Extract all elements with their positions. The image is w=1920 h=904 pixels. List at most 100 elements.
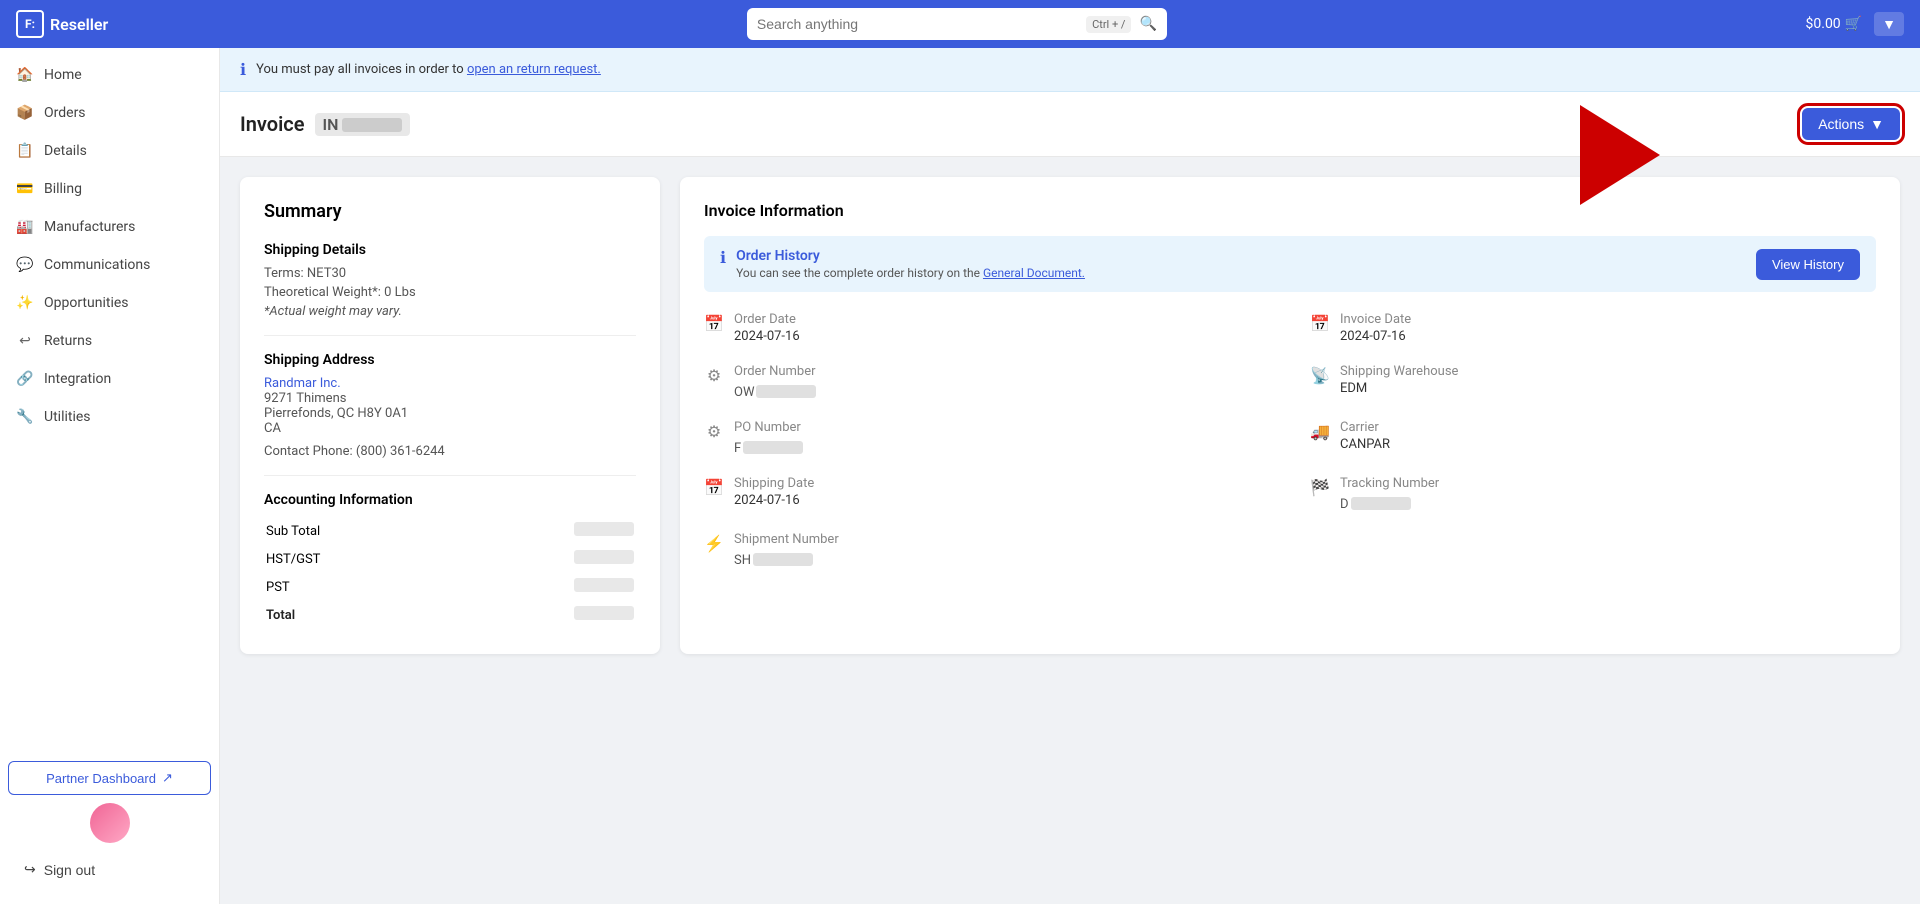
- order-history-desc: You can see the complete order history o…: [736, 266, 1085, 280]
- carrier-icon: 🚚: [1310, 422, 1330, 441]
- sidebar-label-returns: Returns: [44, 333, 92, 349]
- home-icon: 🏠: [16, 66, 34, 84]
- contact-phone: Contact Phone: (800) 361-6244: [264, 444, 636, 459]
- top-navigation: F: Reseller Ctrl + / 🔍 $0.00 🛒 ▼: [0, 0, 1920, 48]
- avatar: [90, 803, 130, 843]
- info-field-invoice-date: 📅 Invoice Date2024-07-16: [1310, 312, 1876, 344]
- search-icon[interactable]: 🔍: [1139, 16, 1156, 32]
- billing-icon: 💳: [16, 180, 34, 198]
- tracking-number-label: Tracking Number: [1340, 476, 1439, 491]
- notice-link[interactable]: open an return request.: [467, 62, 601, 77]
- sidebar-nav: 🏠 Home 📦Orders📋Details 💳 Billing 🏭 Manufacture…: [0, 56, 219, 436]
- notice-text: You must pay all invoices in order to op…: [256, 62, 601, 77]
- partner-dashboard-button[interactable]: Partner Dashboard ↗: [8, 761, 211, 795]
- carrier-value: CANPAR: [1340, 437, 1390, 452]
- sidebar: 🏠 Home 📦Orders📋Details 💳 Billing 🏭 Manufacture…: [0, 48, 220, 904]
- cart-area[interactable]: $0.00 🛒: [1806, 16, 1863, 32]
- content-body: Summary Shipping Details Terms: NET30 Th…: [220, 157, 1920, 674]
- pst-label: PST: [266, 574, 440, 600]
- actions-button[interactable]: Actions ▼: [1802, 108, 1900, 140]
- sidebar-label-billing: Billing: [44, 181, 82, 197]
- divider-2: [264, 475, 636, 476]
- info-field-order-date: 📅Order Date2024-07-16: [704, 312, 1270, 344]
- sidebar-item-utilities[interactable]: 🔧 Utilities: [0, 398, 219, 436]
- cart-icon: 🛒: [1845, 16, 1862, 32]
- invoice-info-grid: 📅 Order Date 2024-07-16 📅 Invoice Date2024-0…: [704, 312, 1876, 568]
- order-number-text: Order NumberOW: [734, 364, 816, 400]
- po-number-label: PO Number: [734, 420, 803, 435]
- invoice-date-text: Invoice Date2024-07-16: [1340, 312, 1411, 344]
- account-dropdown-button[interactable]: ▼: [1874, 12, 1904, 36]
- order-history-icon: ℹ: [720, 248, 726, 267]
- logo: F: Reseller: [16, 10, 108, 38]
- shipping-date-value: 2024-07-16: [734, 493, 814, 508]
- actions-label: Actions: [1818, 116, 1864, 132]
- invoice-date-value: 2024-07-16: [1340, 329, 1411, 344]
- search-bar[interactable]: Ctrl + / 🔍: [747, 8, 1167, 40]
- po-number-value: F: [734, 437, 803, 456]
- search-shortcut: Ctrl + /: [1086, 16, 1131, 33]
- order-history-banner: ℹ Order History You can see the complete…: [704, 236, 1876, 292]
- sidebar-item-home[interactable]: 🏠 Home: [0, 56, 219, 94]
- info-field-carrier: 🚚CarrierCANPAR: [1310, 420, 1876, 456]
- tracking-number-icon: 🏁: [1310, 478, 1330, 497]
- manufacturers-icon: 🏭: [16, 218, 34, 236]
- weight-line: Theoretical Weight*: 0 Lbs: [264, 285, 636, 300]
- sidebar-item-returns[interactable]: ↩Returns: [0, 322, 219, 360]
- sidebar-item-integration[interactable]: 🔗Integration: [0, 360, 219, 398]
- sidebar-item-details[interactable]: 📋Details: [0, 132, 219, 170]
- order-history-title: Order History: [736, 248, 1085, 264]
- order-date-label: Order Date: [734, 312, 800, 327]
- po-number-text: PO Number F: [734, 420, 803, 456]
- logo-area: F: Reseller: [16, 10, 108, 38]
- partner-dashboard-label: Partner Dashboard: [46, 771, 156, 786]
- invoice-label: Invoice: [240, 112, 305, 136]
- info-field-order-number: ⚙Order NumberOW: [704, 364, 1270, 400]
- shipment-number-text: Shipment NumberSH: [734, 532, 839, 568]
- app-name: Reseller: [50, 15, 108, 34]
- sidebar-label-home: Home: [44, 67, 82, 83]
- orders-icon: 📦: [16, 104, 34, 122]
- invoice-info-card: Invoice Information ℹ Order History You …: [680, 177, 1900, 654]
- sidebar-item-orders[interactable]: 📦Orders: [0, 94, 219, 132]
- address2: Pierrefonds, QC H8Y 0A1: [264, 406, 636, 421]
- hst-row: HST/GST: [266, 546, 634, 572]
- invoice-date-icon: 📅: [1310, 314, 1330, 333]
- general-document-link[interactable]: General Document.: [983, 266, 1085, 280]
- accounting-title: Accounting Information: [264, 492, 636, 508]
- order-date-icon: 📅: [704, 314, 724, 333]
- sidebar-item-communications[interactable]: 💬Communications: [0, 246, 219, 284]
- chevron-down-icon: ▼: [1870, 116, 1884, 132]
- order-history-text: Order History You can see the complete o…: [736, 248, 1085, 280]
- notice-bar: ℹ You must pay all invoices in order to …: [220, 48, 1920, 92]
- shipping-warehouse-text: Shipping WarehouseEDM: [1340, 364, 1458, 396]
- sidebar-label-communications: Communications: [44, 257, 150, 273]
- country: CA: [264, 421, 636, 436]
- search-input[interactable]: [757, 16, 1078, 32]
- main-layout: 🏠 Home 📦Orders📋Details 💳 Billing 🏭 Manufacture…: [0, 48, 1920, 904]
- shipping-warehouse-icon: 📡: [1310, 366, 1330, 385]
- shipping-address-title: Shipping Address: [264, 352, 636, 368]
- sidebar-item-manufacturers[interactable]: 🏭 Manufacturers: [0, 208, 219, 246]
- sign-out-icon: ↪: [24, 861, 36, 878]
- info-field-po-number: ⚙ PO Number F: [704, 420, 1270, 456]
- total-label: Total: [266, 602, 440, 628]
- order-number-label: Order Number: [734, 364, 816, 379]
- sidebar-item-opportunities[interactable]: ✨Opportunities: [0, 284, 219, 322]
- address1: 9271 Thimens: [264, 391, 636, 406]
- sign-out-button[interactable]: ↪ Sign out: [8, 851, 211, 888]
- divider-1: [264, 335, 636, 336]
- sidebar-label-integration: Integration: [44, 371, 111, 387]
- utilities-icon: 🔧: [16, 408, 34, 426]
- top-nav-right: $0.00 🛒 ▼: [1806, 12, 1904, 36]
- shipping-warehouse-label: Shipping Warehouse: [1340, 364, 1458, 379]
- invoice-header: Invoice IN Actions ▼: [220, 92, 1920, 157]
- view-history-button[interactable]: View History: [1756, 249, 1860, 280]
- sidebar-label-manufacturers: Manufacturers: [44, 219, 135, 235]
- tracking-number-text: Tracking NumberD: [1340, 476, 1439, 512]
- po-number-icon: ⚙: [704, 422, 724, 441]
- sidebar-label-utilities: Utilities: [44, 409, 91, 425]
- sidebar-item-billing[interactable]: 💳 Billing: [0, 170, 219, 208]
- pst-row: PST: [266, 574, 634, 600]
- invoice-id-value: [342, 118, 402, 132]
